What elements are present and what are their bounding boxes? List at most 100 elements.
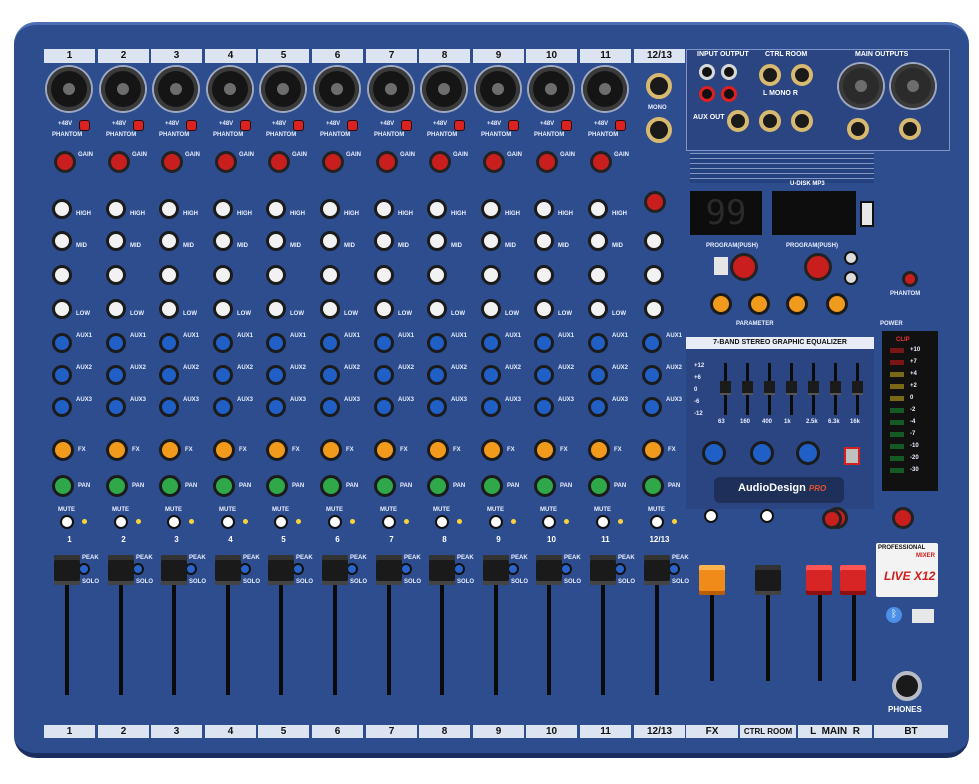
channel-fader[interactable]: [536, 555, 562, 585]
phantom-button[interactable]: [562, 121, 571, 130]
mid-freq-knob[interactable]: [52, 265, 72, 285]
mp3-button-1[interactable]: [844, 251, 858, 265]
high-eq-knob[interactable]: [159, 199, 179, 219]
aux2-knob[interactable]: [481, 365, 501, 385]
mute-button[interactable]: [650, 515, 664, 529]
fx-send-knob[interactable]: [374, 439, 396, 461]
mid-eq-knob[interactable]: [481, 231, 501, 251]
main-out-xlr-l[interactable]: [839, 64, 883, 108]
low-eq-knob[interactable]: [644, 299, 664, 319]
phones-volume-knob[interactable]: [892, 507, 914, 529]
bt-pair-button[interactable]: [912, 609, 934, 623]
aux3-knob[interactable]: [320, 397, 340, 417]
fx-mute-button[interactable]: [704, 509, 718, 523]
aux1-knob[interactable]: [642, 333, 662, 353]
high-eq-knob[interactable]: [266, 199, 286, 219]
fx-param-knob-3[interactable]: [786, 293, 808, 315]
aux2-knob[interactable]: [534, 365, 554, 385]
mid-eq-knob[interactable]: [320, 231, 340, 251]
aux3-knob[interactable]: [266, 397, 286, 417]
phones-jack[interactable]: [892, 671, 922, 701]
aux2-knob[interactable]: [106, 365, 126, 385]
mid-freq-knob[interactable]: [106, 265, 126, 285]
rca-in-l[interactable]: [699, 64, 715, 80]
aux1-knob[interactable]: [159, 333, 179, 353]
xlr-combo-input[interactable]: [208, 67, 252, 111]
aux2-knob[interactable]: [320, 365, 340, 385]
aux3-knob[interactable]: [159, 397, 179, 417]
eq-slider-cap[interactable]: [786, 381, 797, 395]
fx-send-knob[interactable]: [427, 439, 449, 461]
aux1-knob[interactable]: [52, 333, 72, 353]
pan-knob[interactable]: [642, 475, 664, 497]
eq-slider-cap[interactable]: [764, 381, 775, 395]
channel-fader[interactable]: [644, 555, 670, 585]
eq-slider-cap[interactable]: [742, 381, 753, 395]
mid-freq-knob[interactable]: [320, 265, 340, 285]
stereo-jack-l[interactable]: [646, 73, 672, 99]
high-eq-knob[interactable]: [427, 199, 447, 219]
high-eq-knob[interactable]: [106, 199, 126, 219]
stereo-jack-r[interactable]: [646, 117, 672, 143]
phantom-button[interactable]: [241, 121, 250, 130]
aux3-knob[interactable]: [213, 397, 233, 417]
mute-button[interactable]: [382, 515, 396, 529]
mid-eq-knob[interactable]: [427, 231, 447, 251]
main-fader-l[interactable]: [806, 565, 832, 595]
aux1-knob[interactable]: [534, 333, 554, 353]
main-out-jack-r[interactable]: [899, 118, 921, 140]
gain-knob[interactable]: [215, 151, 237, 173]
aux1-knob[interactable]: [481, 333, 501, 353]
aux1-knob[interactable]: [106, 333, 126, 353]
aux2-knob[interactable]: [374, 365, 394, 385]
ctrl-room-jack-r[interactable]: [791, 64, 813, 86]
fx-send-knob[interactable]: [266, 439, 288, 461]
mute-button[interactable]: [274, 515, 288, 529]
low-eq-knob[interactable]: [52, 299, 72, 319]
pan-knob[interactable]: [213, 475, 235, 497]
xlr-combo-input[interactable]: [529, 67, 573, 111]
main-out-xlr-r[interactable]: [891, 64, 935, 108]
aux1-knob[interactable]: [427, 333, 447, 353]
main-out-jack-l[interactable]: [847, 118, 869, 140]
high-eq-knob[interactable]: [320, 199, 340, 219]
mute-button[interactable]: [167, 515, 181, 529]
gain-knob[interactable]: [590, 151, 612, 173]
xlr-combo-input[interactable]: [47, 67, 91, 111]
aux2-knob[interactable]: [427, 365, 447, 385]
channel-fader[interactable]: [429, 555, 455, 585]
eq-knob-2[interactable]: [750, 441, 774, 465]
xlr-combo-input[interactable]: [369, 67, 413, 111]
fx-send-knob[interactable]: [106, 439, 128, 461]
aux3-knob[interactable]: [427, 397, 447, 417]
mute-button[interactable]: [114, 515, 128, 529]
mid-eq-knob[interactable]: [52, 231, 72, 251]
phantom-button[interactable]: [294, 121, 303, 130]
mute-button[interactable]: [596, 515, 610, 529]
aux3-knob[interactable]: [106, 397, 126, 417]
pan-knob[interactable]: [427, 475, 449, 497]
mid-freq-knob[interactable]: [213, 265, 233, 285]
gain-knob[interactable]: [54, 151, 76, 173]
high-eq-knob[interactable]: [481, 199, 501, 219]
mute-button[interactable]: [435, 515, 449, 529]
mid-eq-knob[interactable]: [374, 231, 394, 251]
high-eq-knob[interactable]: [213, 199, 233, 219]
fx-send-knob[interactable]: [642, 439, 664, 461]
mid-freq-knob[interactable]: [588, 265, 608, 285]
phantom-button[interactable]: [348, 121, 357, 130]
fx-send-knob[interactable]: [534, 439, 556, 461]
phantom-button[interactable]: [402, 121, 411, 130]
phantom-button[interactable]: [187, 121, 196, 130]
mid-eq-knob[interactable]: [588, 231, 608, 251]
mid-freq-knob[interactable]: [534, 265, 554, 285]
pan-knob[interactable]: [106, 475, 128, 497]
pan-knob[interactable]: [320, 475, 342, 497]
gain-knob[interactable]: [268, 151, 290, 173]
aux1-knob[interactable]: [213, 333, 233, 353]
channel-fader[interactable]: [161, 555, 187, 585]
fx-send-knob[interactable]: [213, 439, 235, 461]
channel-fader[interactable]: [108, 555, 134, 585]
mid-eq-knob[interactable]: [106, 231, 126, 251]
phantom-button[interactable]: [80, 121, 89, 130]
